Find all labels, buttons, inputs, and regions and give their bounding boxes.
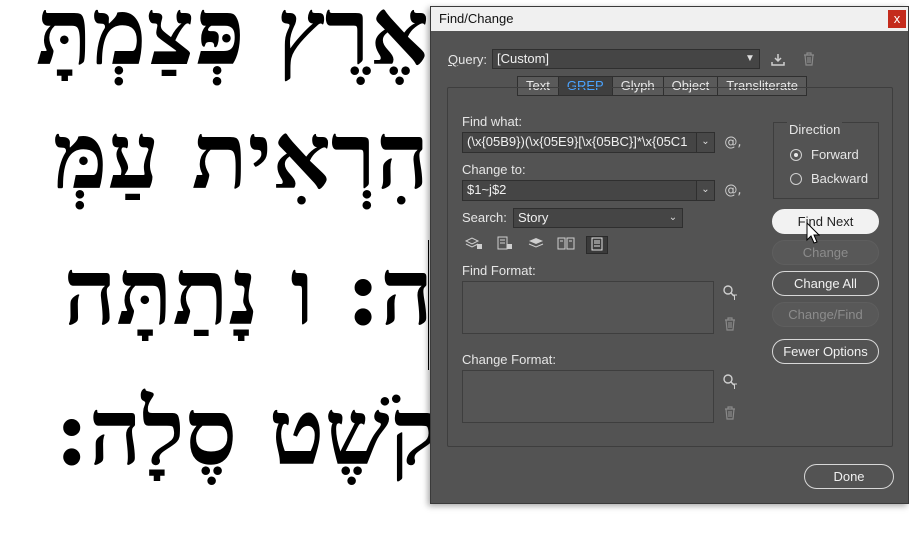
close-button[interactable]: x: [888, 10, 906, 28]
find-next-button[interactable]: Find Next: [772, 209, 879, 234]
specify-change-format-icon[interactable]: [721, 373, 739, 394]
direction-forward-option[interactable]: Forward: [790, 147, 859, 162]
dialog-title: Find/Change: [439, 11, 514, 26]
include-footnotes-icon[interactable]: [586, 236, 608, 254]
special-characters-icon[interactable]: @,: [722, 135, 744, 151]
find-format-label: Find Format:: [462, 263, 536, 278]
direction-backward-option[interactable]: Backward: [790, 171, 868, 186]
chevron-down-icon[interactable]: ⌄: [696, 133, 714, 152]
change-format-box[interactable]: [462, 370, 714, 423]
hebrew-text-line-4: קֹשֶׁט סֶלָה:: [54, 378, 439, 486]
hebrew-text-line-2: הִרְאִית עַמְּ: [52, 102, 429, 210]
search-scope-value: Story: [518, 210, 549, 225]
fewer-options-button[interactable]: Fewer Options: [772, 339, 879, 364]
dialog-titlebar[interactable]: Find/Change x: [431, 7, 908, 31]
include-hidden-layers-icon[interactable]: [525, 236, 547, 254]
include-locked-layers-icon[interactable]: [463, 236, 485, 254]
specify-find-format-icon[interactable]: [721, 284, 739, 305]
change-to-label: Change to:: [462, 162, 526, 177]
forward-radio[interactable]: [790, 148, 802, 161]
change-to-field[interactable]: $1~j$2 ⌄: [462, 180, 715, 201]
text-cursor: [428, 240, 429, 370]
find-what-field[interactable]: (\x{05B9})(\x{05E9}[\x{05BC}]*\x{05C1 ⌄: [462, 132, 715, 153]
save-query-icon[interactable]: [769, 53, 787, 72]
find-what-value: (\x{05B9})(\x{05E9}[\x{05BC}]*\x{05C1: [467, 134, 688, 149]
chevron-down-icon[interactable]: ⌄: [696, 181, 714, 200]
backward-radio[interactable]: [790, 172, 802, 185]
direction-label: Direction: [787, 122, 843, 137]
include-master-pages-icon[interactable]: [555, 236, 577, 254]
chevron-down-icon: ⌄: [668, 212, 678, 223]
find-format-box[interactable]: [462, 281, 714, 334]
query-label: Query:: [448, 52, 488, 67]
include-locked-stories-icon[interactable]: [494, 236, 516, 254]
search-label: Search:: [462, 210, 507, 225]
backward-label: Backward: [811, 171, 869, 186]
change-to-value: $1~j$2: [467, 182, 507, 197]
hebrew-text-line-1: אֶרֶץ פְּצַמְתָּ: [35, 0, 429, 86]
trash-icon[interactable]: [801, 52, 817, 71]
forward-label: Forward: [811, 147, 859, 162]
chevron-down-icon: ▼: [745, 53, 755, 64]
done-button[interactable]: Done: [804, 464, 894, 489]
change-button[interactable]: Change: [772, 240, 879, 265]
hebrew-text-line-3: ה: ו נָתַתָּה: [63, 238, 433, 346]
clear-change-format-icon[interactable]: [722, 406, 738, 425]
change-format-label: Change Format:: [462, 352, 556, 367]
direction-group: Direction Forward Backward: [773, 122, 879, 199]
find-change-dialog: Find/Change x Query: [Custom] ▼ Text GRE…: [430, 6, 909, 504]
query-select[interactable]: [Custom] ▼: [492, 49, 760, 69]
change-find-button[interactable]: Change/Find: [772, 302, 879, 327]
special-characters-icon[interactable]: @,: [722, 183, 744, 199]
query-value: [Custom]: [497, 51, 550, 66]
find-what-label: Find what:: [462, 114, 522, 129]
clear-find-format-icon[interactable]: [722, 317, 738, 336]
change-all-button[interactable]: Change All: [772, 271, 879, 296]
search-scope-select[interactable]: Story ⌄: [513, 208, 683, 228]
